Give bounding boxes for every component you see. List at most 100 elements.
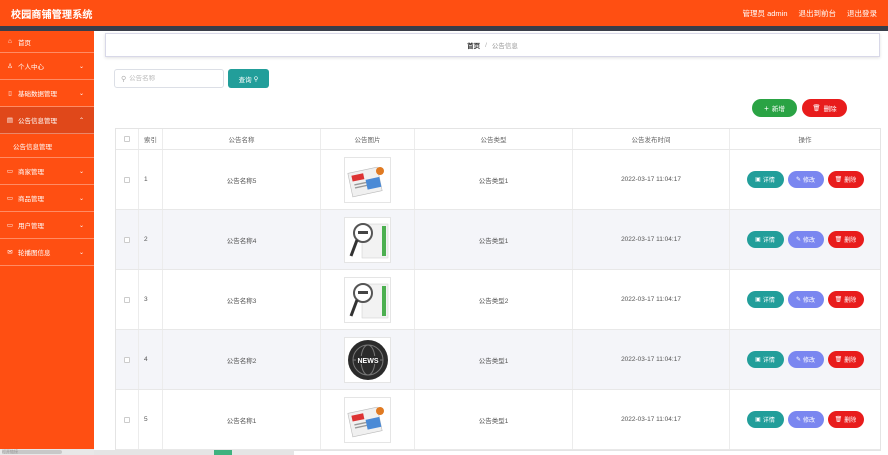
detail-button[interactable]: ▣ 详情 — [746, 291, 784, 308]
table-row: 5 公告名称1 公告类型1 2022-03-17 11:04:17 ▣ 详情 ✎… — [116, 390, 880, 450]
delete-label: 删除 — [844, 178, 857, 184]
row-checkbox[interactable] — [124, 236, 130, 243]
row-time: 2022-03-17 11:04:17 — [573, 330, 730, 389]
search-icon: ⚲ — [121, 75, 127, 83]
sidebar-scrollbar[interactable]: 打开链接 — [0, 449, 94, 455]
trash-icon: 🗑 — [834, 297, 843, 303]
scrollbar-thumb[interactable] — [214, 450, 232, 455]
search-input[interactable] — [129, 75, 220, 82]
horizontal-scrollbar[interactable] — [94, 450, 294, 455]
sidebar-item-label: 公告信息管理 — [18, 118, 57, 125]
news-paper-image — [344, 156, 391, 203]
edit-icon: ✎ — [795, 297, 801, 303]
row-checkbox[interactable] — [124, 356, 130, 363]
edit-button[interactable]: ✎ 修改 — [787, 171, 824, 188]
detail-label: 详情 — [762, 358, 775, 364]
goods-icon: ▭ — [6, 195, 14, 202]
breadcrumb-separator: / — [485, 41, 487, 49]
detail-button[interactable]: ▣ 详情 — [746, 411, 784, 428]
delete-button[interactable]: 🗑 删除 — [827, 171, 864, 188]
row-index: 5 — [139, 390, 163, 449]
home-icon: ⌂ — [8, 38, 12, 45]
sidebar-item-label: 个人中心 — [18, 64, 44, 71]
table-row: 4 公告名称2 NEWS 公告类型1 2022-03-17 11:04:17 ▣… — [116, 330, 880, 390]
row-index: 4 — [139, 330, 163, 389]
row-image-cell — [321, 210, 415, 269]
edit-icon: ✎ — [795, 417, 801, 423]
app-title: 校园商铺管理系统 — [11, 9, 93, 21]
row-checkbox[interactable] — [124, 416, 130, 423]
row-type: 公告类型1 — [415, 150, 573, 209]
delete-button[interactable]: 🗑 删除 — [827, 351, 864, 368]
status-link-text: 打开链接 — [2, 449, 18, 454]
sidebar-item-label: 商家管理 — [18, 169, 44, 176]
edit-button[interactable]: ✎ 修改 — [787, 291, 824, 308]
query-button[interactable]: 查询 ⚲ — [228, 69, 269, 88]
column-header-time: 公告发布时间 — [573, 129, 730, 149]
delete-button[interactable]: 🗑 删除 — [827, 231, 864, 248]
column-header-type: 公告类型 — [415, 129, 573, 149]
edit-button[interactable]: ✎ 修改 — [787, 411, 824, 428]
batch-delete-button[interactable]: 🗑 删除 — [802, 99, 847, 117]
sidebar-item-personal-center[interactable]: ♙ 个人中心 ⌄ — [0, 53, 94, 80]
row-index: 3 — [139, 270, 163, 329]
sidebar-item-goods[interactable]: ▭ 商品管理 ⌄ — [0, 185, 94, 212]
sidebar-item-notice[interactable]: ▤ 公告信息管理 ⌃ — [0, 107, 94, 134]
sidebar-item-label: 用户管理 — [18, 223, 44, 230]
detail-label: 详情 — [762, 238, 775, 244]
edit-button[interactable]: ✎ 修改 — [787, 351, 824, 368]
row-checkbox[interactable] — [124, 296, 130, 303]
row-select-cell — [116, 330, 139, 389]
trash-icon: 🗑 — [834, 357, 843, 363]
detail-label: 详情 — [762, 418, 775, 424]
row-checkbox[interactable] — [124, 176, 130, 183]
sidebar-item-basic-data[interactable]: ▯ 基础数据管理 ⌄ — [0, 80, 94, 107]
news-magnifier-image — [344, 276, 391, 323]
chevron-down-icon: ⌄ — [78, 249, 84, 256]
detail-icon: ▣ — [755, 417, 761, 423]
breadcrumb-home[interactable]: 首页 — [467, 40, 480, 50]
sidebar-item-label: 轮播图信息 — [18, 250, 51, 257]
search-field[interactable]: ⚲ — [114, 69, 224, 88]
column-header-index: 索引 — [139, 129, 163, 149]
sidebar-item-label: 基础数据管理 — [18, 91, 57, 98]
table-row: 3 公告名称3 公告类型2 2022-03-17 11:04:17 ▣ 详情 ✎ 修 — [116, 270, 880, 330]
news-globe-image: NEWS — [344, 336, 391, 383]
sidebar-item-home[interactable]: ⌂ 首页 — [0, 31, 94, 53]
edit-label: 修改 — [803, 238, 816, 244]
row-time: 2022-03-17 11:04:17 — [573, 150, 730, 209]
submenu-item-notice[interactable]: 公告信息管理 — [0, 134, 94, 158]
row-select-cell — [116, 150, 139, 209]
edit-button[interactable]: ✎ 修改 — [787, 231, 824, 248]
logout-link[interactable]: 退出登录 — [847, 8, 877, 19]
row-type: 公告类型1 — [415, 390, 573, 449]
delete-button[interactable]: 🗑 删除 — [827, 291, 864, 308]
top-bar-actions: 管理员 admin 退出到前台 退出登录 — [742, 8, 888, 19]
edit-label: 修改 — [803, 418, 816, 424]
sidebar-item-carousel[interactable]: ✉ 轮播图信息 ⌄ — [0, 239, 94, 266]
row-actions: ▣ 详情 ✎ 修改 🗑 删除 — [730, 390, 880, 449]
row-name: 公告名称2 — [163, 330, 321, 389]
row-time: 2022-03-17 11:04:17 — [573, 390, 730, 449]
detail-button[interactable]: ▣ 详情 — [746, 231, 784, 248]
breadcrumb-current: 公告信息 — [491, 43, 518, 50]
detail-button[interactable]: ▣ 详情 — [746, 171, 784, 188]
shop-icon: ▭ — [6, 168, 14, 175]
chevron-down-icon: ⌄ — [78, 63, 84, 70]
detail-button[interactable]: ▣ 详情 — [746, 351, 784, 368]
back-to-front-link[interactable]: 退出到前台 — [799, 8, 837, 19]
news-paper-image — [344, 396, 391, 443]
carousel-icon: ✉ — [7, 249, 13, 256]
add-button[interactable]: + 新增 — [752, 99, 797, 117]
select-all-checkbox[interactable] — [124, 136, 130, 142]
row-actions: ▣ 详情 ✎ 修改 🗑 删除 — [730, 270, 880, 329]
sidebar-item-shop[interactable]: ▭ 商家管理 ⌄ — [0, 158, 94, 185]
row-time: 2022-03-17 11:04:17 — [573, 270, 730, 329]
top-bar: 校园商铺管理系统 管理员 admin 退出到前台 退出登录 — [0, 0, 888, 26]
row-time: 2022-03-17 11:04:17 — [573, 210, 730, 269]
row-type: 公告类型1 — [415, 210, 573, 269]
news-magnifier-image — [344, 216, 391, 263]
sidebar-item-label: 首页 — [18, 39, 31, 47]
sidebar-item-users[interactable]: ▭ 用户管理 ⌄ — [0, 212, 94, 239]
delete-button[interactable]: 🗑 删除 — [827, 411, 864, 428]
